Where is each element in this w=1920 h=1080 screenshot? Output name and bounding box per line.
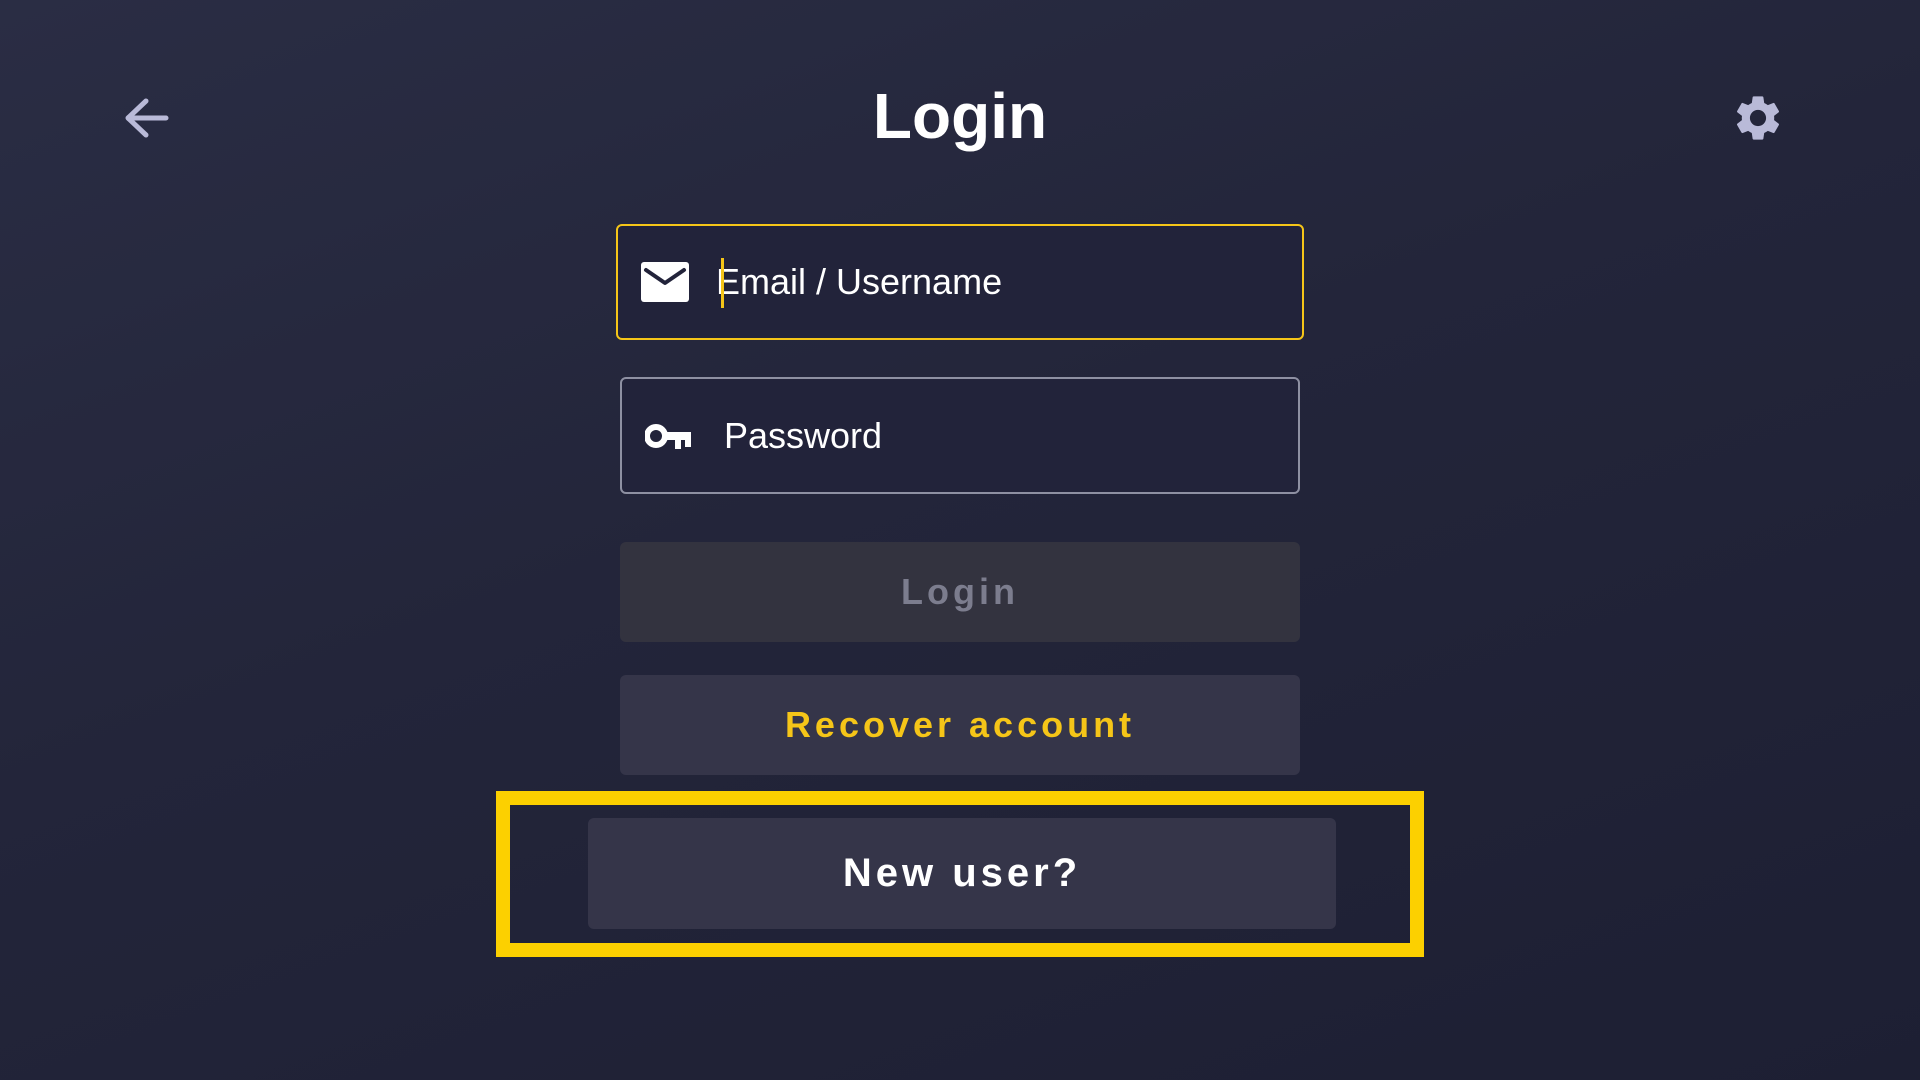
login-button[interactable]: Login bbox=[620, 542, 1300, 642]
email-input[interactable] bbox=[716, 252, 1302, 312]
recover-account-button[interactable]: Recover account bbox=[620, 675, 1300, 775]
key-icon bbox=[644, 414, 694, 458]
envelope-icon bbox=[640, 260, 690, 304]
password-input[interactable] bbox=[724, 405, 1298, 466]
password-field[interactable] bbox=[620, 377, 1300, 494]
page-title: Login bbox=[872, 80, 1048, 152]
email-field[interactable] bbox=[616, 224, 1304, 340]
text-caret bbox=[721, 258, 724, 308]
settings-button[interactable] bbox=[1729, 91, 1787, 149]
new-user-button[interactable]: New user? bbox=[588, 818, 1336, 929]
gear-icon bbox=[1731, 91, 1785, 150]
